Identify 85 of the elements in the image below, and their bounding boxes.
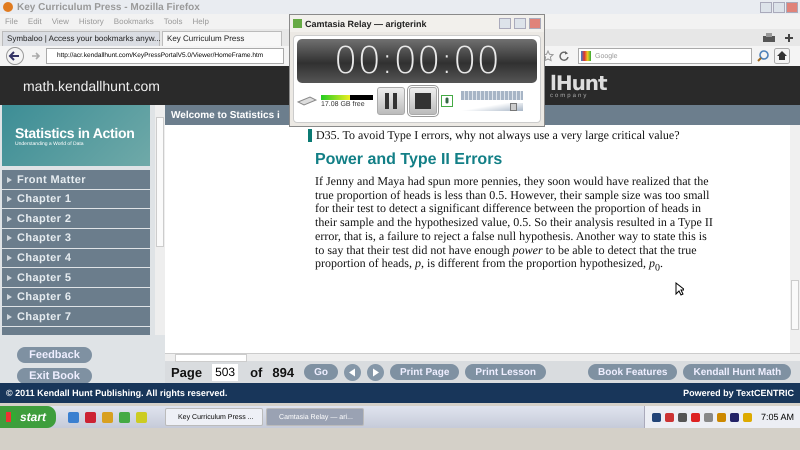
copyright-text: © 2011 Kendall Hunt Publishing. All rights reserved. [6, 388, 228, 398]
powered-by-text: Powered by TextCENTRIC [683, 388, 794, 398]
page-total: 894 [272, 364, 294, 380]
minimize-button[interactable] [760, 2, 772, 12]
menu-item[interactable]: Bookmarks [114, 17, 154, 26]
chapter-item[interactable]: Chapter 7 [2, 307, 150, 326]
triangle-icon [7, 235, 12, 242]
scrollbar[interactable] [155, 105, 165, 335]
audio-level-meter [461, 91, 523, 100]
star-icon[interactable] [542, 50, 554, 62]
logo-text: lHunt [550, 72, 607, 92]
toolbar-button[interactable]: Book Features [588, 364, 678, 380]
printer-icon[interactable] [762, 32, 776, 44]
recorder-app-icon [293, 19, 302, 28]
book-title: Statistics in Action [15, 124, 136, 141]
browser-tab[interactable]: Symbaloo | Access your bookmarks anyw... [2, 31, 160, 46]
page-header: Welcome to Statistics i [171, 110, 280, 120]
toolbar-button[interactable]: Print Lesson [465, 364, 546, 380]
stop-icon [414, 92, 432, 110]
stop-button[interactable] [409, 87, 437, 115]
triangle-icon [7, 254, 12, 261]
previous-icon[interactable] [344, 364, 361, 380]
browser-logo-icon [3, 2, 13, 12]
triangle-icon [7, 274, 12, 281]
browser-tab[interactable]: Key Curriculum Press [162, 31, 282, 46]
window-title: Camtasia Relay — arigterink [305, 18, 427, 28]
menu-item[interactable]: History [78, 17, 104, 26]
microphone-icon[interactable] [441, 95, 453, 107]
chapter-item[interactable]: Chapter 6 [2, 288, 150, 306]
volume-slider-thumb[interactable] [510, 103, 517, 111]
mouse-pointer-icon [675, 282, 684, 296]
app-icon[interactable] [101, 410, 114, 424]
toolbar-button[interactable]: Go [304, 364, 338, 380]
triangle-icon [7, 294, 12, 300]
pause-icon [384, 92, 398, 110]
close-button[interactable] [786, 2, 798, 12]
tray-icon[interactable] [650, 412, 662, 422]
triangle-icon [7, 314, 12, 320]
chapter-item[interactable]: Chapter 5 [2, 268, 150, 287]
scrollbar[interactable] [790, 125, 800, 353]
tray-icon[interactable] [676, 412, 688, 422]
menu-item[interactable]: Edit [28, 17, 42, 26]
menu-item[interactable]: View [52, 17, 69, 26]
chapter-item[interactable]: Chapter 3 [2, 229, 150, 248]
toolbar-button[interactable]: Kendall Hunt Math [683, 364, 792, 380]
chapter-item[interactable]: Front Matter [2, 170, 150, 189]
maximize-button[interactable] [514, 18, 526, 29]
menu-item[interactable]: Help [192, 17, 209, 26]
timer-display: 00:00:00 [297, 39, 537, 83]
of-label: of [250, 364, 262, 380]
next-icon[interactable] [366, 364, 384, 380]
body-paragraph: If Jenny and Maya had spun more pennies, they soon would have realized that the true proportion of heads is less than 0.5. However, their sample size was too small for their test to detect a significant difference between the proportion of heads in their sample and the hypothesized value, 0.5. So their analysis resulted in a Type II error, that is, a failure to reject a false null hypothesis. Another way to state this is to say that their test did not have enough power to be able to detect that the true proportion of heads, p, is different from the proportion hypothesized, p$_{0}$. [315, 175, 714, 276]
app-icon[interactable] [67, 410, 80, 424]
minimize-button[interactable] [499, 18, 511, 29]
menu-item[interactable]: File [5, 17, 18, 26]
maximize-button[interactable] [773, 2, 785, 12]
triangle-icon [7, 176, 12, 183]
start-button[interactable]: start [0, 406, 56, 428]
app-icon[interactable] [84, 410, 98, 424]
sidebar-button[interactable]: Exit Book [17, 368, 92, 384]
plus-icon[interactable] [784, 32, 794, 42]
pause-button[interactable] [377, 87, 405, 115]
chapter-item[interactable]: Chapter 4 [2, 248, 150, 268]
chapter-item[interactable]: Chapter 1 [2, 190, 150, 208]
home-icon[interactable] [774, 48, 790, 64]
site-domain: math.kendallhunt.com [23, 78, 160, 94]
volume-slider[interactable] [461, 103, 523, 111]
toolbar-button[interactable]: Print Page [390, 364, 460, 380]
section-heading: Power and Type II Errors [315, 151, 504, 169]
app-icon[interactable] [118, 410, 132, 424]
window-title: Key Curriculum Press - Mozilla Firefox [17, 2, 201, 12]
forward-arrow-icon[interactable] [30, 50, 42, 62]
page-label: Page [171, 364, 202, 380]
hard-drive-icon [297, 95, 317, 107]
sidebar-button[interactable]: Feedback [17, 347, 92, 363]
reload-icon[interactable] [558, 50, 570, 62]
menu-item[interactable]: Tools [164, 17, 182, 26]
clock: 7:05 AM [760, 412, 794, 422]
triangle-icon [7, 216, 12, 222]
triangle-icon [7, 196, 12, 202]
tray-icon[interactable] [728, 412, 740, 422]
search-icon[interactable] [756, 49, 770, 63]
horizontal-scrollbar[interactable] [165, 353, 800, 361]
chapter-item[interactable]: Chapter 2 [2, 209, 150, 228]
page-number-field[interactable]: 503 [212, 364, 238, 380]
